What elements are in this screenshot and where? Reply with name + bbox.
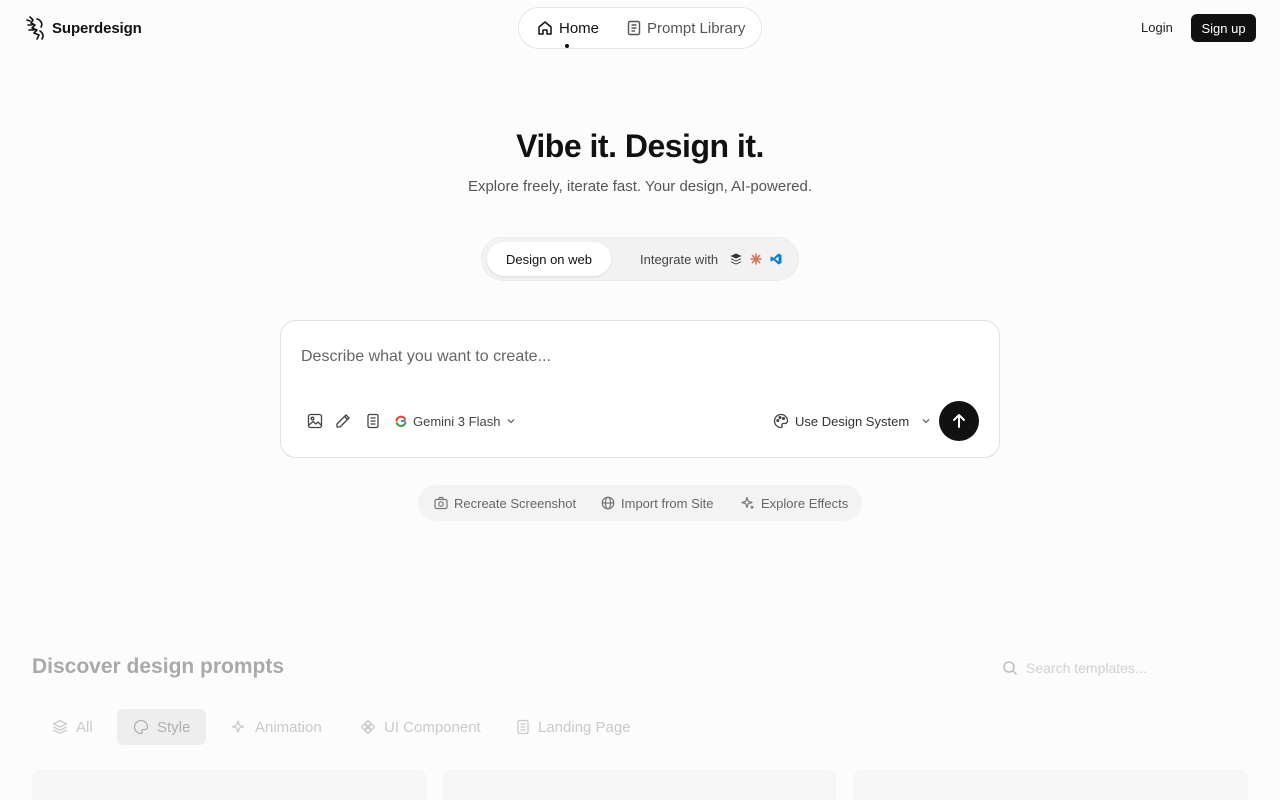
tab-animation[interactable]: Animation <box>215 709 338 745</box>
attach-document-button[interactable] <box>363 411 383 431</box>
brand[interactable]: Superdesign <box>24 15 142 41</box>
integration-icons <box>730 253 782 265</box>
arrow-up-icon <box>951 413 967 429</box>
tab-landing-page-label: Landing Page <box>538 718 631 736</box>
nav-item-prompt-library-label: Prompt Library <box>647 19 746 37</box>
top-header: Superdesign Home Prompt Library Login Si… <box>0 0 1280 56</box>
explore-effects-button[interactable]: Explore Effects <box>741 485 848 521</box>
camera-icon <box>434 496 448 510</box>
draw-button[interactable] <box>333 411 353 431</box>
brand-name: Superdesign <box>52 19 142 37</box>
google-icon <box>395 415 407 427</box>
pencil-icon <box>335 413 351 429</box>
quick-actions: Recreate Screenshot Import from Site Exp… <box>418 485 862 521</box>
prompt-composer: Gemini 3 Flash Use Design System <box>280 320 1000 458</box>
login-link[interactable]: Login <box>1141 20 1173 35</box>
active-indicator <box>565 43 569 48</box>
layers-icon <box>730 253 742 265</box>
nav-item-home-label: Home <box>559 19 600 37</box>
discover-title: Discover design prompts <box>32 655 285 678</box>
chevron-down-icon <box>506 416 516 426</box>
signup-button[interactable]: Sign up <box>1191 14 1256 42</box>
design-system-select[interactable]: Use Design System <box>773 411 931 431</box>
model-select-label: Gemini 3 Flash <box>413 413 501 429</box>
nav-item-prompt-library[interactable]: Prompt Library <box>627 20 745 37</box>
recreate-screenshot-button[interactable]: Recreate Screenshot <box>434 485 576 521</box>
zebra-logo-icon <box>24 15 46 41</box>
hero-subtitle: Explore freely, iterate fast. Your desig… <box>467 178 813 195</box>
tab-all[interactable]: All <box>36 709 109 745</box>
search-input[interactable] <box>1026 660 1236 676</box>
image-icon <box>307 413 323 429</box>
template-card[interactable] <box>443 770 836 800</box>
template-search <box>992 652 1244 684</box>
search-icon <box>1002 660 1018 676</box>
integrate-with-tab[interactable]: Integrate with <box>640 242 782 276</box>
prompt-input[interactable] <box>301 345 961 369</box>
import-from-site-label: Import from Site <box>621 495 714 511</box>
integrate-label: Integrate with <box>640 251 719 267</box>
tab-all-label: All <box>76 718 93 736</box>
explore-effects-label: Explore Effects <box>761 495 849 511</box>
chevron-down-icon <box>921 416 931 426</box>
nav-item-home[interactable]: Home <box>537 19 600 48</box>
document-icon <box>366 413 380 429</box>
model-select[interactable]: Gemini 3 Flash <box>395 411 516 431</box>
tab-landing-page[interactable]: Landing Page <box>500 709 647 745</box>
recreate-screenshot-label: Recreate Screenshot <box>454 495 577 511</box>
vscode-icon <box>770 253 782 265</box>
tab-ui-component-label: UI Component <box>384 718 481 736</box>
main-nav: Home Prompt Library <box>518 7 762 49</box>
design-on-web-tab[interactable]: Design on web <box>487 242 611 276</box>
palette-icon <box>133 719 149 735</box>
template-card[interactable] <box>32 770 427 800</box>
tab-style-label: Style <box>157 718 191 736</box>
page-icon <box>516 719 530 735</box>
tab-ui-component[interactable]: UI Component <box>344 709 497 745</box>
stack-icon <box>52 719 68 735</box>
tab-animation-label: Animation <box>255 718 322 736</box>
component-icon <box>360 719 376 735</box>
send-button[interactable] <box>939 401 979 441</box>
tab-style[interactable]: Style <box>117 709 207 745</box>
design-system-label: Use Design System <box>795 413 910 429</box>
palette-icon <box>773 413 789 429</box>
sparkle-icon <box>231 719 247 735</box>
import-from-site-button[interactable]: Import from Site <box>601 485 713 521</box>
globe-icon <box>601 496 615 510</box>
sparkle-icon <box>741 496 755 510</box>
home-icon <box>537 20 553 36</box>
claude-icon <box>750 253 762 265</box>
mode-toggle: Design on web Integrate with <box>481 237 799 281</box>
hero-title: Vibe it. Design it. <box>516 128 764 164</box>
template-card[interactable] <box>853 770 1248 800</box>
book-icon <box>627 20 641 36</box>
attach-image-button[interactable] <box>305 411 325 431</box>
